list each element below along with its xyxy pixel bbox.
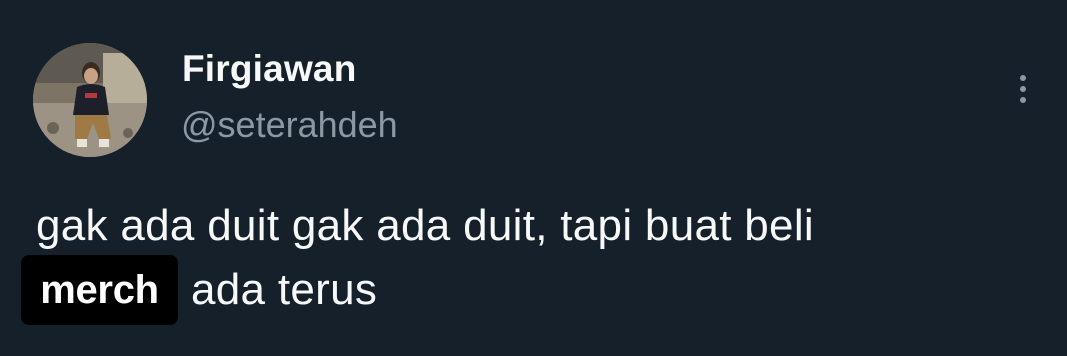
display-name[interactable]: Firgiawan [182,48,357,90]
tweet-text-line-2: ada terus [191,265,378,314]
more-vertical-icon-dot [1020,86,1026,92]
more-options-button[interactable] [1005,66,1041,112]
tweet-text-line-1: gak ada duit gak ada duit, tapi buat bel… [36,201,814,250]
avatar[interactable] [33,43,147,157]
merch-tag: merch [21,255,178,325]
more-vertical-icon-dot [1020,97,1026,103]
more-vertical-icon [1020,75,1026,81]
avatar-photo [33,43,147,157]
tweet-card: Firgiawan @seterahdeh gak ada duit gak a… [0,0,1067,356]
user-handle[interactable]: @seterahdeh [181,104,398,146]
tweet-text: gak ada duit gak ada duit, tapi buat bel… [36,190,1056,262]
